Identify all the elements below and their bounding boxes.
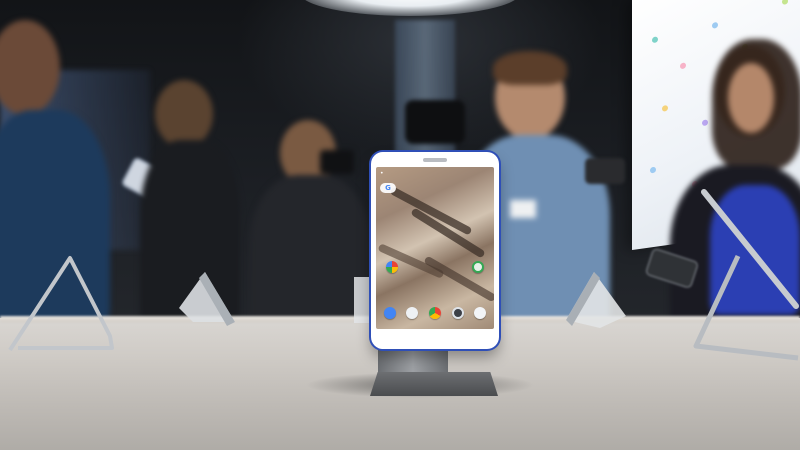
pixel-phone[interactable]: • G [371,152,499,349]
ceiling-light [300,0,520,16]
app-icon-maps[interactable] [472,261,484,273]
google-pill-letter: G [385,184,391,192]
camera-dark [405,100,465,150]
rock-texture [389,186,473,236]
display-stand-back-right [566,272,626,328]
gallery-icon[interactable] [474,307,486,319]
display-stand-left-outline [8,256,114,352]
held-phone-right [585,158,625,186]
phone-icon[interactable] [384,307,396,319]
wall-dot [712,21,718,29]
google-search-pill-icon[interactable]: G [380,183,396,193]
phone-stand-base [370,372,498,396]
rock-texture [423,255,494,303]
wall-dot [652,36,658,44]
camera-icon[interactable] [452,307,464,319]
phone-chin [371,330,499,349]
app-icon-photos[interactable] [386,261,398,273]
status-notification-icon: • [380,169,384,177]
chrome-icon[interactable] [429,307,441,319]
phone-screen[interactable]: • G [376,167,494,329]
status-bar: • [376,167,494,179]
messages-icon[interactable] [406,307,418,319]
wall-dot [782,0,788,5]
phone-earpiece [423,158,447,162]
photo-scene: • G [0,0,800,450]
display-stand-right-foreground [693,189,799,361]
display-stand-back-left [179,272,235,326]
